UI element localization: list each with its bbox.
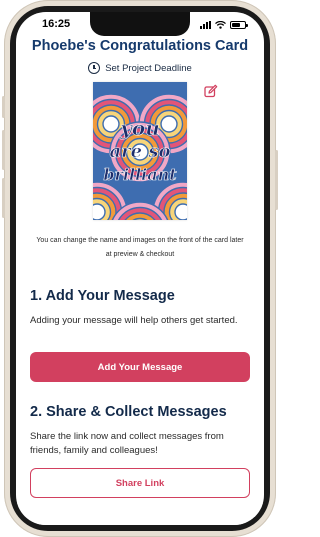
card-text-line-1: you <box>119 116 160 140</box>
power-button <box>275 150 278 210</box>
add-message-button[interactable]: Add Your Message <box>30 352 250 382</box>
share-link-button[interactable]: Share Link <box>30 468 250 498</box>
volume-up-button <box>2 130 5 170</box>
clock-icon <box>88 62 101 74</box>
rainbow-arc <box>93 203 106 220</box>
card-artwork: you are so brilliant <box>93 82 187 220</box>
cellular-signal-icon <box>200 21 211 29</box>
wifi-icon <box>215 21 226 29</box>
edit-pencil-icon[interactable] <box>204 84 218 98</box>
battery-icon <box>230 21 248 29</box>
status-time: 16:25 <box>42 18 71 30</box>
rainbow-arc <box>102 115 120 133</box>
section-description-share: Share the link now and collect messages … <box>30 431 224 456</box>
set-deadline-link[interactable]: Set Project Deadline <box>16 62 264 74</box>
section-description-add-message: Adding your message will help others get… <box>30 315 238 326</box>
rainbow-arc <box>174 203 187 220</box>
volume-down-button <box>2 178 5 218</box>
camera-notch <box>90 12 190 36</box>
card-preview[interactable]: you are so brilliant <box>93 82 187 220</box>
status-icons <box>200 20 248 30</box>
app-screen: 16:25 Phoebe's Congratulations Card Set … <box>16 12 264 525</box>
set-deadline-label: Set Project Deadline <box>105 62 192 74</box>
card-text-line-2: are so <box>109 141 170 162</box>
screen-bottom-area <box>16 503 264 525</box>
status-bar: 16:25 <box>16 12 264 40</box>
card-helper-text: You can change the name and images on th… <box>36 237 244 258</box>
battery-level <box>232 23 241 27</box>
mute-switch <box>2 96 5 118</box>
rainbow-arc <box>160 115 178 133</box>
section-heading-share: 2. Share & Collect Messages <box>30 404 227 420</box>
page-title: Phoebe's Congratulations Card <box>31 38 249 54</box>
section-heading-add-message: 1. Add Your Message <box>30 288 175 304</box>
card-text-line-3: brilliant <box>103 165 177 184</box>
